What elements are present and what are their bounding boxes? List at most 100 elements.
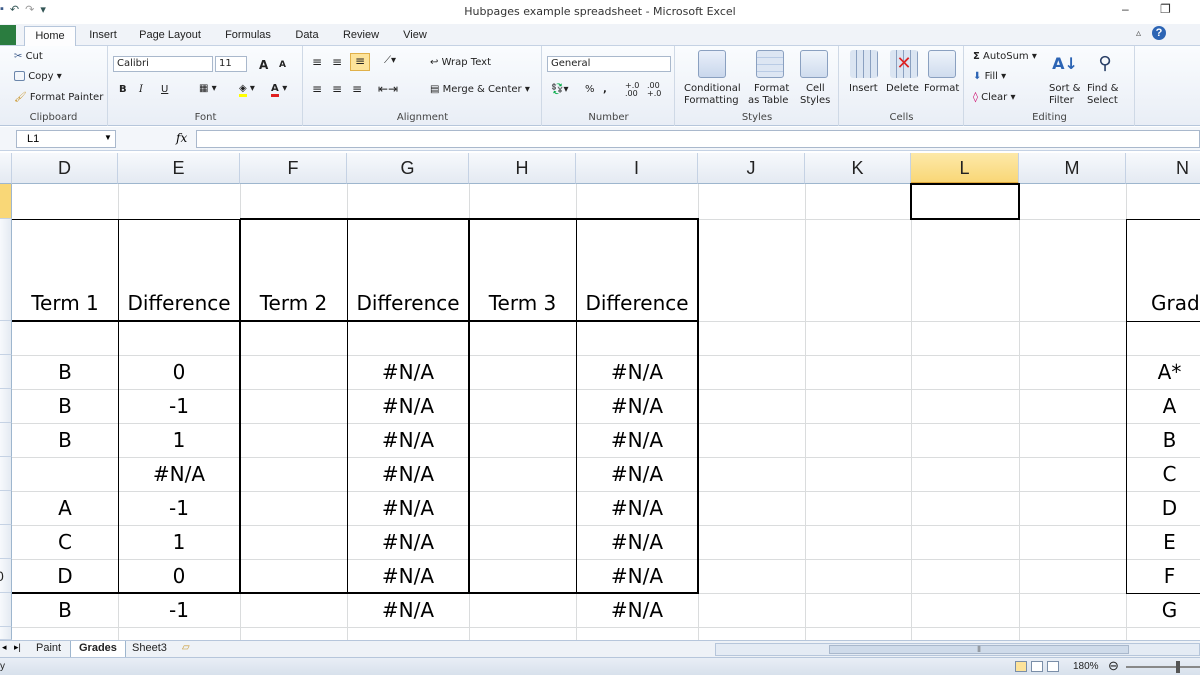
table-cell[interactable]: #N/A [347, 355, 469, 389]
row-header[interactable] [0, 457, 12, 491]
zoom-slider[interactable] [1126, 666, 1200, 668]
table-cell[interactable]: #N/A [347, 559, 469, 593]
table-cell[interactable] [240, 491, 347, 525]
format-cells-icon[interactable] [928, 50, 956, 78]
tab-formulas[interactable]: Formulas [216, 26, 280, 46]
cut-button[interactable]: ✂ Cut [14, 51, 43, 62]
fill-button[interactable]: ⬇ Fill ▾ [973, 71, 1006, 82]
row-header[interactable] [0, 389, 12, 423]
increase-decimal-button[interactable]: +.0 .00 [625, 82, 645, 98]
find-select-label-1[interactable]: Find & [1087, 83, 1118, 94]
align-left-icon[interactable]: ≡ [312, 82, 322, 96]
underline-button[interactable]: U [161, 84, 168, 95]
align-center-icon[interactable]: ≡ [332, 82, 342, 96]
table-cell[interactable]: B [12, 355, 118, 389]
find-select-label-2[interactable]: Select [1087, 95, 1118, 106]
table-cell[interactable]: #N/A [118, 457, 240, 491]
delete-cells-button[interactable]: Delete [886, 83, 919, 94]
table-cell[interactable] [469, 525, 576, 559]
conditional-formatting-icon[interactable] [698, 50, 726, 78]
name-box[interactable]: L1 [16, 130, 116, 148]
grade-cell[interactable]: G [1126, 593, 1200, 627]
sort-filter-label-2[interactable]: Filter [1049, 95, 1074, 106]
scroll-thumb[interactable]: ⦀ [829, 645, 1129, 654]
table-cell[interactable] [469, 389, 576, 423]
column-header-k[interactable]: K [805, 153, 911, 184]
worksheet-grid[interactable]: DEFGHIJKLMN 0 Term 1DifferenceTerm 2Diff… [0, 153, 1200, 640]
shrink-font-button[interactable]: A [279, 60, 286, 70]
column-header-i[interactable]: I [576, 153, 698, 184]
format-as-table-icon[interactable] [756, 50, 784, 78]
table-cell[interactable]: 0 [118, 559, 240, 593]
table-cell[interactable]: -1 [118, 491, 240, 525]
merge-center-button[interactable]: ▤ Merge & Center ▾ [430, 84, 530, 95]
table-cell[interactable]: #N/A [347, 423, 469, 457]
tab-review[interactable]: Review [334, 26, 388, 46]
table-cell[interactable]: #N/A [347, 525, 469, 559]
insert-cells-button[interactable]: Insert [849, 83, 878, 94]
table-cell[interactable]: #N/A [576, 559, 698, 593]
orientation-icon[interactable]: ⟋▾ [384, 55, 396, 66]
table-cell[interactable]: #N/A [347, 593, 469, 627]
table-cell[interactable]: D [12, 559, 118, 593]
tab-home[interactable]: Home [24, 26, 76, 47]
table-cell[interactable] [240, 423, 347, 457]
table-cell[interactable]: #N/A [347, 491, 469, 525]
tab-page-layout[interactable]: Page Layout [132, 26, 208, 46]
grade-cell[interactable]: A* [1126, 355, 1200, 389]
column-header-h[interactable]: H [469, 153, 576, 184]
copy-button[interactable]: Copy ▾ [14, 71, 62, 82]
ribbon-minimize-icon[interactable]: ▵ [1136, 28, 1141, 39]
name-box-dropdown-icon[interactable]: ▼ [104, 133, 112, 142]
table-cell[interactable] [240, 559, 347, 593]
column-header-l[interactable]: L [911, 153, 1019, 184]
conditional-formatting-label-2[interactable]: Formatting [684, 95, 739, 106]
zoom-slider-thumb[interactable] [1176, 661, 1180, 673]
tab-data[interactable]: Data [288, 26, 326, 46]
grade-cell[interactable]: E [1126, 525, 1200, 559]
table-cell[interactable]: #N/A [347, 457, 469, 491]
table-cell[interactable] [240, 525, 347, 559]
table-cell[interactable]: B [12, 593, 118, 627]
autosum-button[interactable]: Σ AutoSum ▾ [973, 51, 1037, 62]
table-cell[interactable]: #N/A [576, 457, 698, 491]
table-cell[interactable]: #N/A [576, 593, 698, 627]
wrap-text-button[interactable]: ↩ Wrap Text [430, 57, 491, 68]
number-format-select[interactable]: General [547, 56, 671, 72]
new-sheet-icon[interactable]: ▱ [182, 642, 190, 653]
sort-filter-icon[interactable]: A↓ [1051, 50, 1079, 78]
decrease-decimal-button[interactable]: .00 +.0 [647, 82, 667, 98]
table-cell[interactable]: #N/A [576, 491, 698, 525]
top-align-icon[interactable]: ≡ [312, 55, 322, 69]
column-header-m[interactable]: M [1019, 153, 1126, 184]
table-cell[interactable]: -1 [118, 593, 240, 627]
font-size-select[interactable]: 11 [215, 56, 247, 72]
restore-icon[interactable]: ❐ [1160, 2, 1171, 16]
column-header-j[interactable]: J [698, 153, 805, 184]
row-header[interactable] [0, 525, 12, 559]
sheet-nav-last-icon[interactable]: ▸| [14, 642, 21, 653]
table-cell[interactable]: -1 [118, 389, 240, 423]
table-cell[interactable]: 1 [118, 525, 240, 559]
align-right-icon[interactable]: ≡ [352, 82, 362, 96]
column-header-n[interactable]: N [1126, 153, 1200, 184]
grow-font-button[interactable]: A [259, 58, 268, 72]
grade-cell[interactable]: C [1126, 457, 1200, 491]
zoom-out-icon[interactable]: ⊖ [1108, 658, 1119, 674]
column-header-e[interactable]: E [118, 153, 240, 184]
italic-button[interactable]: I [139, 84, 143, 95]
table-cell[interactable] [12, 457, 118, 491]
formula-input[interactable] [196, 130, 1200, 148]
percent-button[interactable]: % [585, 84, 595, 95]
row-header[interactable] [0, 423, 12, 457]
cell-styles-icon[interactable] [800, 50, 828, 78]
sheet-tab-paint[interactable]: Paint [28, 641, 69, 658]
row-header[interactable] [0, 321, 12, 355]
normal-view-icon[interactable] [1015, 661, 1027, 672]
row-header[interactable] [0, 184, 12, 219]
grade-cell[interactable]: B [1126, 423, 1200, 457]
column-header-f[interactable]: F [240, 153, 347, 184]
table-cell[interactable] [469, 355, 576, 389]
select-all-corner[interactable] [0, 153, 12, 184]
comma-button[interactable]: , [603, 84, 607, 95]
